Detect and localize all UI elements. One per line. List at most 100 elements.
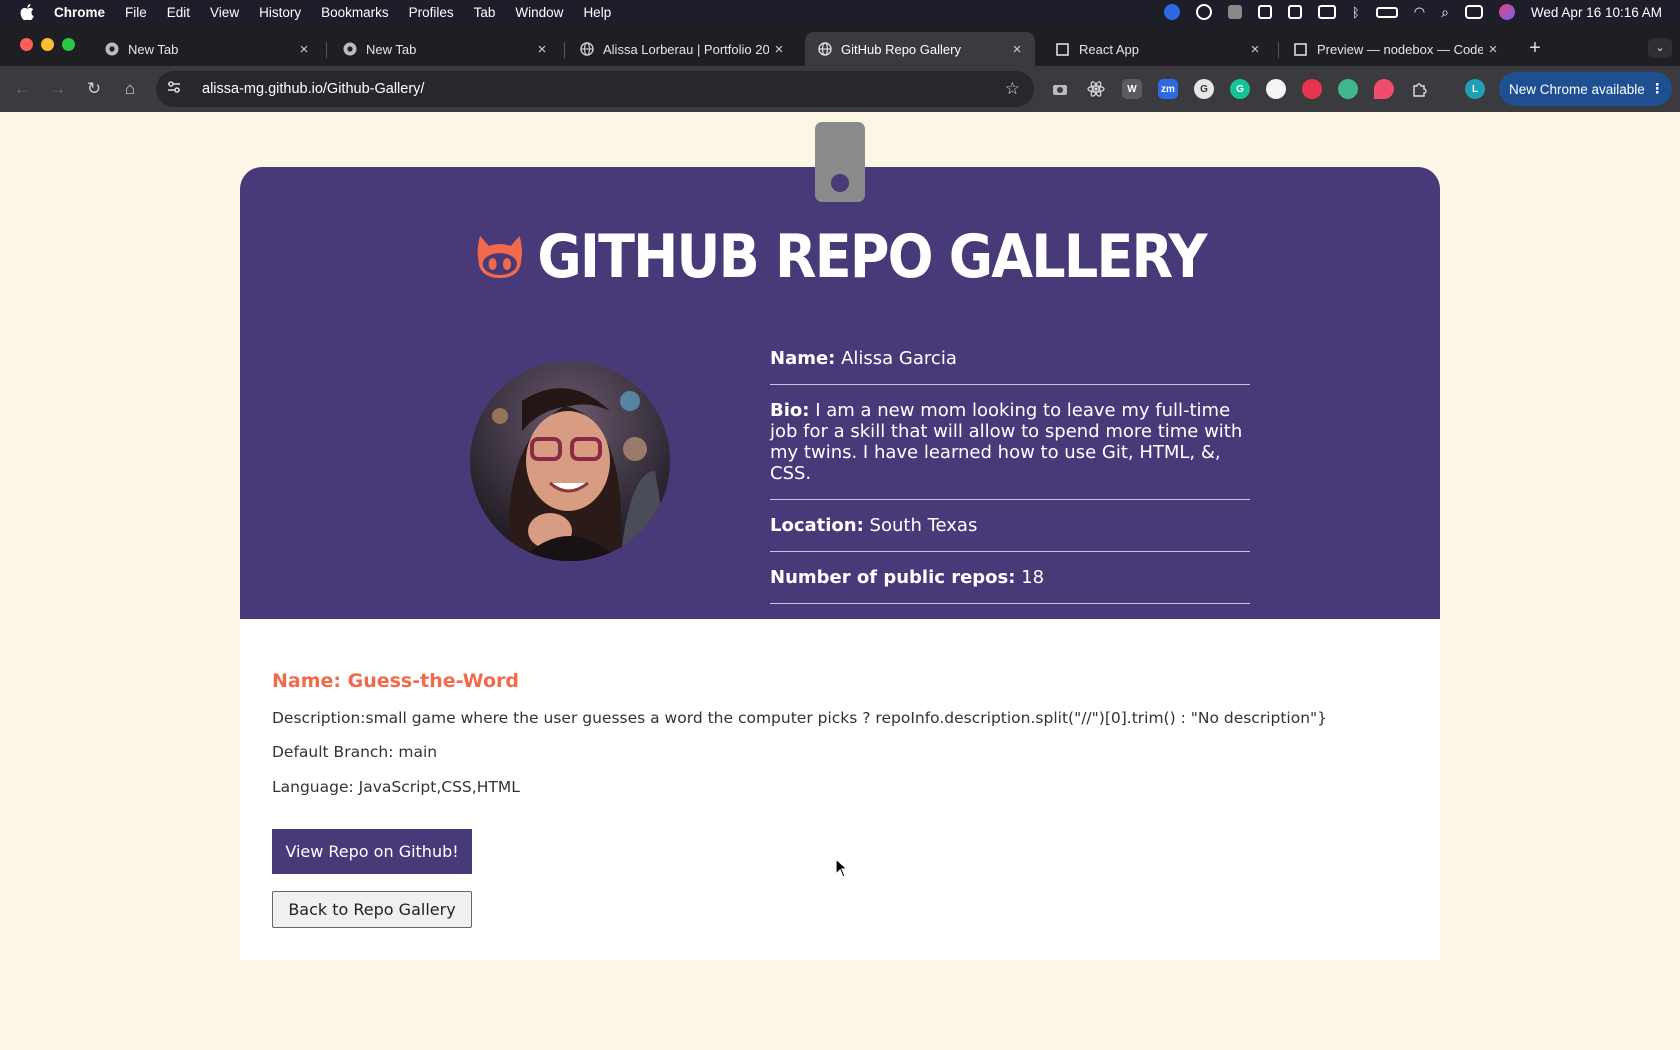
site-settings-icon[interactable] bbox=[166, 79, 188, 100]
tab-close-icon[interactable]: × bbox=[1007, 41, 1027, 58]
bookmark-star-icon[interactable]: ☆ bbox=[1005, 79, 1020, 99]
react-icon[interactable] bbox=[1086, 79, 1106, 99]
tab-search-icon[interactable]: ⌄ bbox=[1648, 38, 1672, 58]
puzzle-icon[interactable] bbox=[1410, 79, 1430, 99]
bluetooth-icon[interactable]: ᛒ bbox=[1352, 5, 1360, 20]
tab-title: Preview — nodebox — CodeSandbox bbox=[1317, 41, 1483, 57]
chrome-update-button[interactable]: New Chrome available ⋮ bbox=[1499, 72, 1672, 106]
tab-title: New Tab bbox=[128, 41, 179, 57]
user-bio: I am a new mom looking to leave my full-… bbox=[770, 400, 1243, 484]
tab-close-icon[interactable]: × bbox=[769, 41, 789, 58]
globe-favicon-icon bbox=[817, 42, 832, 57]
spotlight-search-icon[interactable]: ⌕ bbox=[1441, 4, 1449, 21]
grammarly-icon[interactable]: G bbox=[1194, 79, 1214, 99]
menu-profiles[interactable]: Profiles bbox=[409, 5, 454, 20]
back-to-gallery-button[interactable]: Back to Repo Gallery bbox=[272, 891, 472, 928]
page-title: GITHUB REPO GALLERY bbox=[84, 222, 1596, 292]
dashboard-status-icon[interactable] bbox=[1257, 5, 1272, 19]
tab-close-icon[interactable]: × bbox=[1483, 41, 1503, 58]
view-repo-button[interactable]: View Repo on Github! bbox=[272, 829, 472, 874]
url-text[interactable]: alissa-mg.github.io/Github-Gallery/ bbox=[202, 81, 1005, 97]
wifi-icon[interactable]: ◠ bbox=[1414, 4, 1425, 20]
address-bar[interactable]: alissa-mg.github.io/Github-Gallery/ ☆ bbox=[156, 71, 1034, 107]
user-name: Alissa Garcia bbox=[841, 348, 957, 369]
repo-language: Language: JavaScript,CSS,HTML bbox=[272, 778, 520, 796]
codesandbox-favicon-icon bbox=[1293, 42, 1308, 57]
menu-window[interactable]: Window bbox=[515, 5, 563, 20]
repo-name: Name: Guess-the-Word bbox=[272, 670, 519, 692]
grammarly-status-icon[interactable] bbox=[1195, 4, 1212, 20]
user-location-label: Location: bbox=[770, 515, 864, 536]
close-window-icon[interactable] bbox=[20, 38, 33, 51]
badge-clip-hole bbox=[831, 174, 849, 192]
menu-tab[interactable]: Tab bbox=[474, 5, 496, 20]
home-icon[interactable]: ⌂ bbox=[119, 78, 141, 100]
repo-description: Description:small game where the user gu… bbox=[272, 709, 1328, 727]
menu-file[interactable]: File bbox=[125, 5, 147, 20]
menubar-clock[interactable]: Wed Apr 16 10:16 AM bbox=[1531, 5, 1662, 20]
red-icon[interactable] bbox=[1302, 79, 1322, 99]
tab-separator bbox=[1278, 42, 1279, 58]
menu-app-chrome[interactable]: Chrome bbox=[54, 5, 105, 20]
w-icon[interactable]: W bbox=[1122, 79, 1142, 99]
camera-icon[interactable] bbox=[1050, 79, 1070, 99]
tab-new-tab-1[interactable]: New Tab × bbox=[92, 32, 322, 66]
codesandbox-favicon-icon bbox=[1055, 42, 1070, 57]
tab-separator bbox=[326, 42, 327, 58]
user-repos-count: 18 bbox=[1021, 567, 1045, 588]
zoom-status-icon[interactable] bbox=[1163, 4, 1180, 20]
new-tab-icon[interactable]: + bbox=[1523, 36, 1547, 60]
avatar bbox=[470, 361, 670, 561]
mouse-cursor-icon bbox=[835, 858, 849, 878]
menu-history[interactable]: History bbox=[259, 5, 301, 20]
tab-title: Alissa Lorberau | Portfolio 2025 bbox=[603, 41, 769, 57]
user-repos-row: Number of public repos: 18 bbox=[770, 552, 1250, 604]
control-center-icon[interactable] bbox=[1464, 5, 1483, 19]
apple-icon[interactable] bbox=[20, 4, 34, 20]
badge-clip bbox=[815, 122, 865, 202]
chrome-update-label: New Chrome available bbox=[1509, 81, 1645, 97]
forward-arrow-icon[interactable]: → bbox=[47, 78, 69, 100]
battery-icon[interactable] bbox=[1375, 6, 1398, 18]
user-repos-label: Number of public repos: bbox=[770, 567, 1016, 588]
tab-title: React App bbox=[1079, 41, 1139, 57]
siri-icon[interactable] bbox=[1498, 4, 1515, 20]
menu-edit[interactable]: Edit bbox=[167, 5, 190, 20]
user-location-row: Location: South Texas bbox=[770, 500, 1250, 552]
tab-title: New Tab bbox=[366, 41, 417, 57]
pink-icon[interactable] bbox=[1374, 79, 1394, 99]
more-options-icon[interactable]: ⋮ bbox=[1651, 81, 1665, 97]
circle-icon[interactable] bbox=[1266, 79, 1286, 99]
zoom-icon[interactable]: zm bbox=[1158, 79, 1178, 99]
tab-github-repo-gallery[interactable]: GitHub Repo Gallery × bbox=[805, 32, 1035, 66]
menu-bookmarks[interactable]: Bookmarks bbox=[321, 5, 389, 20]
tab-codesandbox-preview[interactable]: Preview — nodebox — CodeSandbox × bbox=[1281, 32, 1511, 66]
macos-menu-bar: Chrome File Edit View History Bookmarks … bbox=[0, 0, 1680, 24]
tab-new-tab-2[interactable]: New Tab × bbox=[330, 32, 560, 66]
keyboard-status-icon[interactable] bbox=[1317, 5, 1336, 19]
chrome-favicon-icon bbox=[104, 42, 119, 57]
tab-close-icon[interactable]: × bbox=[294, 41, 314, 58]
repo-default-branch: Default Branch: main bbox=[272, 743, 438, 761]
user-name-row: Name: Alissa Garcia bbox=[770, 340, 1250, 385]
browser-tab-strip: New Tab × New Tab × Alissa Lorberau | Po… bbox=[0, 24, 1680, 66]
tab-portfolio[interactable]: Alissa Lorberau | Portfolio 2025 × bbox=[567, 32, 797, 66]
tab-close-icon[interactable]: × bbox=[1245, 41, 1265, 58]
back-arrow-icon[interactable]: ← bbox=[11, 78, 33, 100]
tab-react-app[interactable]: React App × bbox=[1043, 32, 1273, 66]
tab-close-icon[interactable]: × bbox=[532, 41, 552, 58]
g-icon[interactable]: G bbox=[1230, 79, 1250, 99]
green-icon[interactable] bbox=[1338, 79, 1358, 99]
zoom-window-icon[interactable] bbox=[62, 38, 75, 51]
github-cat-icon bbox=[477, 236, 522, 278]
minimize-window-icon[interactable] bbox=[41, 38, 54, 51]
menu-view[interactable]: View bbox=[210, 5, 239, 20]
notion-status-icon[interactable] bbox=[1287, 5, 1302, 19]
profile-avatar-icon[interactable]: L bbox=[1465, 79, 1485, 99]
tab-title: GitHub Repo Gallery bbox=[841, 41, 961, 57]
menu-help[interactable]: Help bbox=[583, 5, 611, 20]
window-controls bbox=[20, 38, 75, 51]
rocket-status-icon[interactable] bbox=[1227, 5, 1242, 19]
user-info: Name: Alissa Garcia Bio: I am a new mom … bbox=[770, 340, 1250, 604]
reload-icon[interactable]: ↻ bbox=[83, 78, 105, 100]
